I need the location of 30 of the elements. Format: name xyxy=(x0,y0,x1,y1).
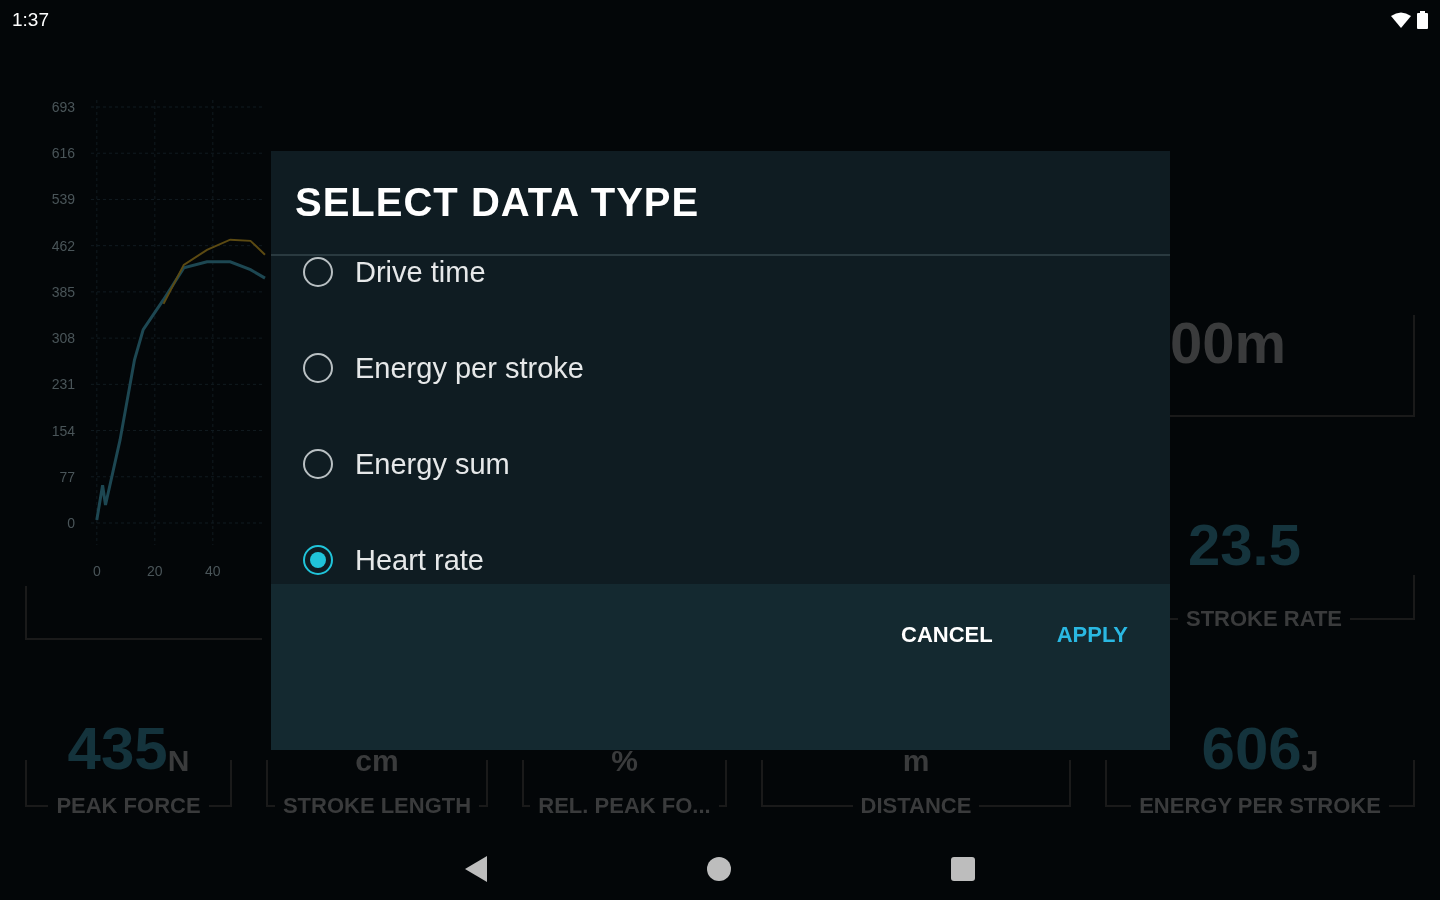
wifi-icon xyxy=(1391,12,1411,28)
axis-tick-label: 0 xyxy=(67,515,75,531)
axis-tick-label: 462 xyxy=(51,237,75,254)
battery-icon xyxy=(1417,11,1428,29)
axis-tick-label: 154 xyxy=(51,422,75,439)
apply-button[interactable]: APPLY xyxy=(1044,612,1140,658)
axis-tick-label: 539 xyxy=(51,191,75,208)
axis-tick-label: 40 xyxy=(205,563,221,579)
radio-option[interactable]: Energy per stroke xyxy=(271,320,1170,416)
axis-tick-label: 693 xyxy=(51,99,75,115)
cancel-button[interactable]: CANCEL xyxy=(889,612,1005,658)
metric-unit: % xyxy=(611,743,638,779)
radio-button[interactable] xyxy=(303,449,333,479)
axis-tick-label: 20 xyxy=(147,563,163,579)
radio-option[interactable]: Energy sum xyxy=(271,416,1170,512)
axis-tick-label: 231 xyxy=(51,376,75,393)
axis-tick-label: 385 xyxy=(51,283,75,300)
radio-button[interactable] xyxy=(303,545,333,575)
dialog-title: SELECT DATA TYPE xyxy=(295,180,700,225)
axis-tick-label: 308 xyxy=(51,330,75,347)
status-time: 1:37 xyxy=(12,9,49,31)
axis-tick-label: 616 xyxy=(51,145,75,162)
back-icon[interactable] xyxy=(465,856,487,882)
radio-option[interactable]: Heart rate xyxy=(271,512,1170,584)
radio-button[interactable] xyxy=(303,353,333,383)
radio-button[interactable] xyxy=(303,257,333,287)
radio-option[interactable]: Drive time xyxy=(271,256,1170,320)
home-icon[interactable] xyxy=(707,857,731,881)
axis-tick-label: 77 xyxy=(59,468,75,485)
axis-tick-label: 0 xyxy=(92,563,101,579)
